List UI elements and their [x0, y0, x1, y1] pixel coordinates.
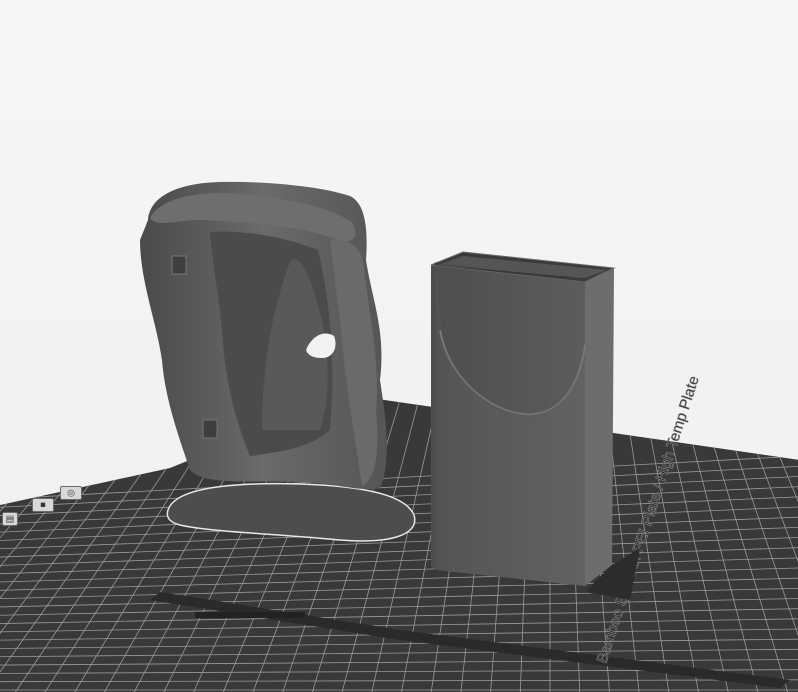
- box-right-face: [585, 268, 614, 586]
- camera-glyph: ◎: [67, 487, 75, 498]
- view-icon[interactable]: ■: [32, 498, 54, 512]
- 3d-viewport[interactable]: Bamboo Smooth PEI Plate / High Temp Plat…: [0, 0, 798, 692]
- holder-clip-bottom: [202, 419, 218, 439]
- build-scene[interactable]: Bamboo Smooth PEI Plate / High Temp Plat…: [0, 0, 798, 692]
- camera-icon[interactable]: ◎: [60, 486, 82, 500]
- model-rectangular-box[interactable]: [430, 251, 640, 600]
- layers-glyph: ▤: [5, 513, 15, 524]
- view-glyph: ■: [40, 499, 46, 510]
- build-plate-tab: [195, 612, 305, 618]
- layers-icon[interactable]: ▤: [2, 512, 18, 526]
- box-left-face: [431, 262, 436, 570]
- holder-clip-top: [171, 255, 187, 275]
